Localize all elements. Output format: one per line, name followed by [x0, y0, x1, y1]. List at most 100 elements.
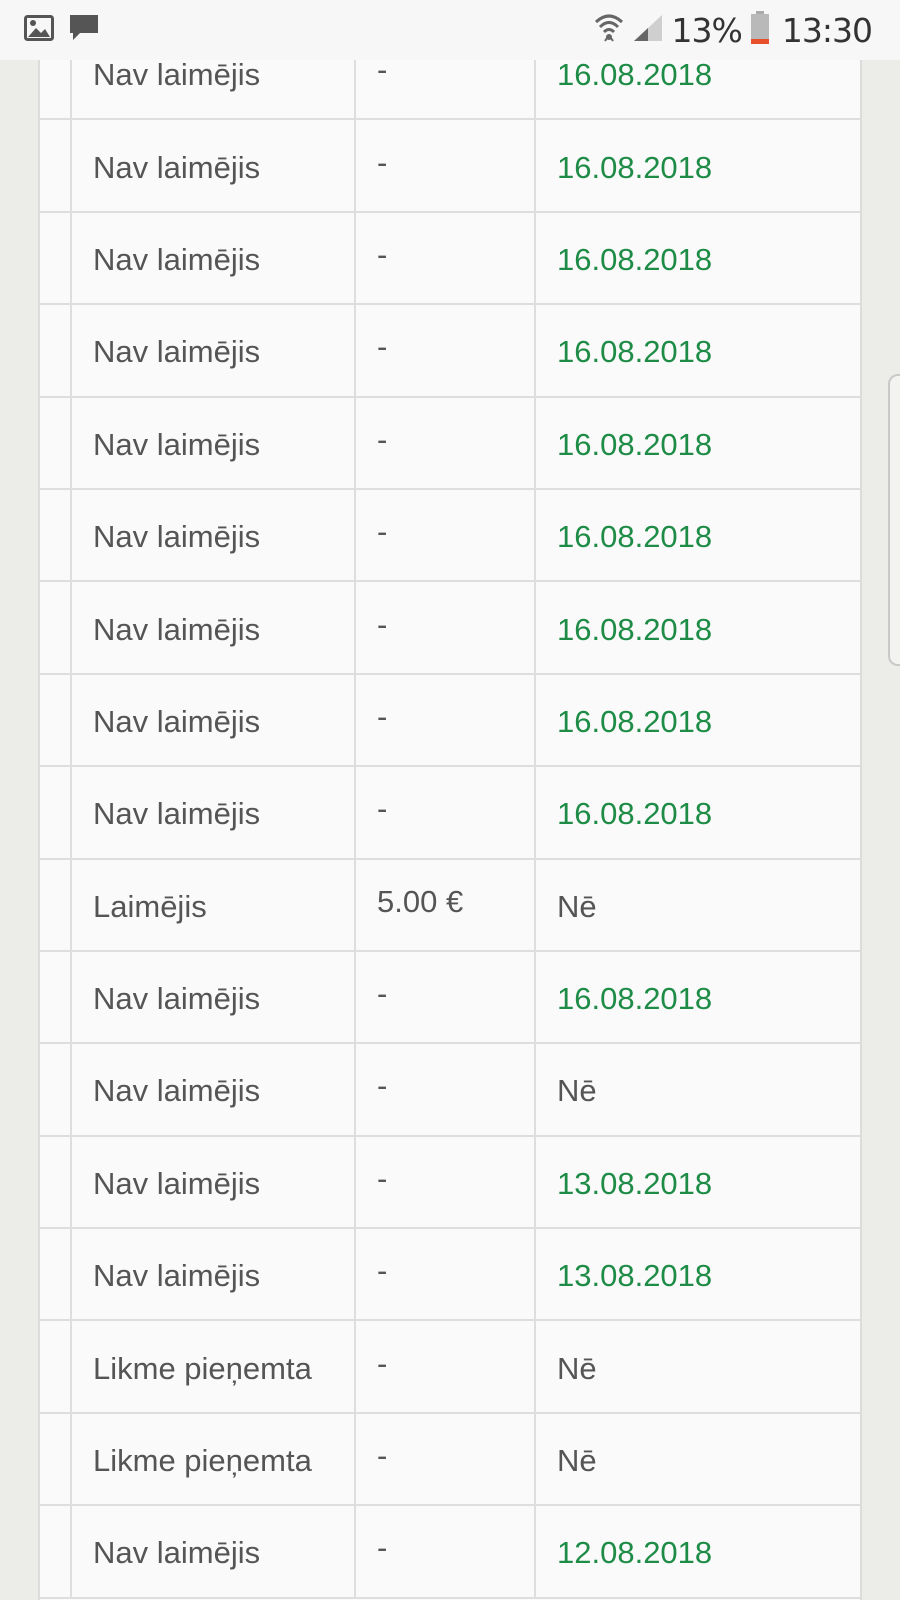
system-icons: 13% 13:30 — [586, 10, 873, 50]
amount-cell: - — [356, 489, 536, 581]
row-marker-cell — [40, 674, 72, 766]
result-cell-text: Nav laimējis — [93, 1535, 261, 1571]
amount-cell: - — [356, 1044, 536, 1135]
result-cell-text: Nav laimējis — [93, 1165, 261, 1201]
payout-cell: 16.08.2018 — [536, 213, 860, 303]
payout-cell-text: Nē — [557, 888, 597, 924]
row-marker-cell — [40, 1413, 72, 1505]
payout-cell: 16.08.2018 — [536, 120, 860, 210]
payout-cell-text: 16.08.2018 — [557, 149, 713, 185]
payout-cell: 16.08.2018 — [536, 398, 860, 488]
table-body: Nav laimējis - 16.08.2018 Nav laimējis - 16.0… — [40, 28, 860, 1599]
amount-cell-text: - — [377, 1345, 388, 1381]
result-cell-text: Nav laimējis — [93, 334, 261, 370]
amount-cell: - — [356, 1321, 536, 1412]
payout-cell-text: 16.08.2018 — [557, 426, 713, 462]
table-row[interactable]: Nav laimējis - 16.08.2018 — [40, 212, 860, 306]
result-cell-text: Nav laimējis — [93, 796, 261, 832]
row-marker-cell — [40, 120, 72, 211]
result-cell-text: Likme pieņemta — [93, 1350, 312, 1386]
row-marker-cell — [40, 767, 72, 858]
result-cell-text: Nav laimējis — [93, 426, 261, 462]
amount-cell-text: - — [377, 606, 388, 642]
payout-cell: 16.08.2018 — [536, 305, 860, 395]
result-cell-text: Nav laimējis — [93, 519, 261, 555]
result-cell: Nav laimējis — [72, 674, 356, 766]
amount-cell: 5.00 € — [356, 859, 536, 950]
amount-cell: - — [356, 1506, 536, 1597]
payout-cell-text: Nē — [557, 1350, 597, 1386]
table-row[interactable]: Laimējis 5.00 € Nē — [40, 859, 860, 952]
payout-cell: Nē — [536, 860, 860, 950]
amount-cell-text: - — [377, 329, 388, 365]
row-marker-cell — [40, 489, 72, 581]
table-row[interactable]: Nav laimējis - 16.08.2018 — [40, 120, 860, 213]
signal-icon — [632, 13, 664, 48]
table-row[interactable]: Nav laimējis - 16.08.2018 — [40, 767, 860, 860]
payout-cell: 12.08.2018 — [536, 1506, 860, 1596]
amount-cell-text: - — [377, 144, 388, 180]
table-row[interactable]: Nav laimējis - 16.08.2018 — [40, 951, 860, 1045]
row-marker-cell — [40, 582, 72, 673]
table-row[interactable]: Nav laimējis - Nē — [40, 1044, 860, 1137]
amount-cell: - — [356, 674, 536, 766]
table-row[interactable]: Nav laimējis - 13.08.2018 — [40, 1136, 860, 1230]
result-cell: Nav laimējis — [72, 1044, 356, 1135]
payout-cell-text: 16.08.2018 — [557, 611, 713, 647]
table-row[interactable]: Nav laimējis - 16.08.2018 — [40, 674, 860, 768]
result-cell: Nav laimējis — [72, 582, 356, 673]
image-icon — [24, 14, 54, 46]
result-cell: Nav laimējis — [72, 120, 356, 211]
bets-table: Nav laimējis - 16.08.2018 Nav laimējis - 16.0… — [38, 28, 862, 1600]
row-marker-cell — [40, 951, 72, 1043]
result-cell-text: Likme pieņemta — [93, 1443, 312, 1479]
result-cell: Nav laimējis — [72, 397, 356, 488]
clock: 13:30 — [781, 10, 873, 50]
message-icon — [68, 13, 100, 48]
payout-cell-text: 16.08.2018 — [557, 57, 713, 93]
status-bar: 13% 13:30 — [0, 0, 900, 60]
table-row[interactable]: Nav laimējis - 13.08.2018 — [40, 1229, 860, 1322]
result-cell-text: Nav laimējis — [93, 611, 261, 647]
result-cell-text: Nav laimējis — [93, 1258, 261, 1294]
row-marker-cell — [40, 1044, 72, 1135]
result-cell: Nav laimējis — [72, 305, 356, 396]
result-cell: Nav laimējis — [72, 489, 356, 581]
amount-cell: - — [356, 1229, 536, 1320]
payout-cell: Nē — [536, 1414, 860, 1504]
payout-cell: 16.08.2018 — [536, 582, 860, 672]
amount-cell: - — [356, 1136, 536, 1228]
result-cell: Nav laimējis — [72, 1136, 356, 1228]
table-row[interactable]: Likme pieņemta - Nē — [40, 1321, 860, 1414]
table-row[interactable]: Likme pieņemta - Nē — [40, 1413, 860, 1507]
amount-cell: - — [356, 397, 536, 488]
table-row[interactable]: Nav laimējis - 16.08.2018 — [40, 305, 860, 398]
payout-cell-text: 16.08.2018 — [557, 241, 713, 277]
payout-cell-text: 16.08.2018 — [557, 334, 713, 370]
payout-cell-text: 16.08.2018 — [557, 981, 713, 1017]
table-row[interactable]: Nav laimējis - 16.08.2018 — [40, 582, 860, 675]
payout-cell-text: 12.08.2018 — [557, 1535, 713, 1571]
amount-cell-text: - — [377, 976, 388, 1012]
result-cell: Likme pieņemta — [72, 1413, 356, 1505]
amount-cell-text: - — [377, 1253, 388, 1289]
payout-cell-text: 13.08.2018 — [557, 1165, 713, 1201]
payout-cell: 16.08.2018 — [536, 952, 860, 1042]
row-marker-cell — [40, 212, 72, 304]
result-cell-text: Nav laimējis — [93, 149, 261, 185]
amount-cell: - — [356, 582, 536, 673]
table-row[interactable]: Nav laimējis - 16.08.2018 — [40, 489, 860, 583]
payout-cell-text: 16.08.2018 — [557, 796, 713, 832]
battery-icon — [750, 10, 770, 50]
table-row[interactable]: Nav laimējis - 12.08.2018 — [40, 1506, 860, 1599]
table-row[interactable]: Nav laimējis - 16.08.2018 — [40, 397, 860, 490]
result-cell-text: Nav laimējis — [93, 703, 261, 739]
edge-panel-handle[interactable] — [888, 374, 900, 666]
row-marker-cell — [40, 1506, 72, 1597]
amount-cell-text: - — [377, 421, 388, 457]
payout-cell-text: Nē — [557, 1443, 597, 1479]
amount-cell-text: 5.00 € — [377, 883, 464, 919]
result-cell-text: Nav laimējis — [93, 241, 261, 277]
battery-percent: 13% — [671, 10, 743, 50]
amount-cell-text: - — [377, 1438, 388, 1474]
